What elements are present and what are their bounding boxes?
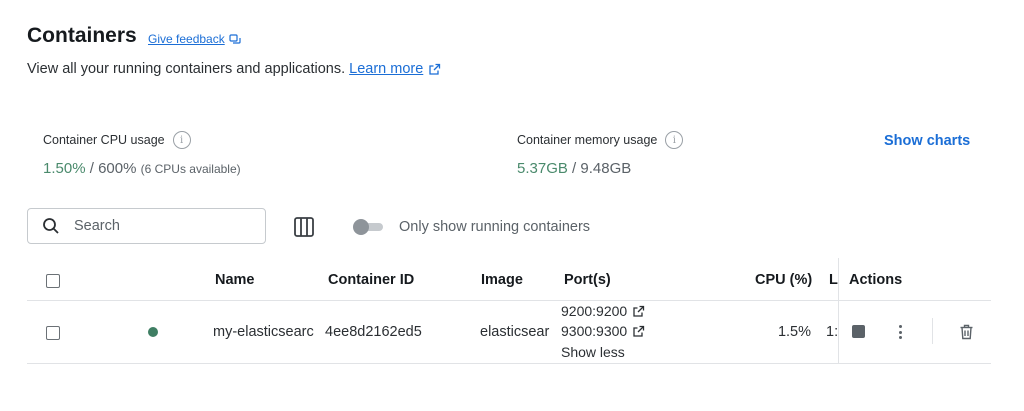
- cpu-percent: 1.5%: [777, 324, 811, 340]
- stop-icon[interactable]: [852, 325, 865, 338]
- external-link-icon: [429, 63, 441, 75]
- external-link-icon: [633, 325, 645, 337]
- memory-separator: /: [567, 160, 581, 177]
- memory-usage-label-row: Container memory usage i: [517, 131, 684, 149]
- toggle-knob: [353, 219, 369, 235]
- port-mapping: 9200:9200: [561, 303, 628, 319]
- search-input[interactable]: [72, 217, 246, 235]
- header-divider: [27, 300, 991, 301]
- actions-divider: [932, 318, 933, 344]
- give-feedback-link[interactable]: Give feedback: [148, 32, 241, 46]
- port-link[interactable]: 9200:9200: [561, 303, 645, 319]
- memory-usage-label: Container memory usage: [517, 133, 658, 147]
- more-actions-icon[interactable]: [893, 323, 907, 341]
- memory-used: 5.37GB: [517, 160, 568, 177]
- cpu-usage-value: 1.50% / 600% (6 CPUs available): [43, 160, 241, 177]
- search-box[interactable]: [27, 208, 266, 244]
- container-image-link[interactable]: elasticsear: [480, 324, 556, 340]
- info-icon[interactable]: i: [172, 131, 191, 149]
- memory-usage-value: 5.37GB / 9.48GB: [517, 160, 631, 177]
- column-header-last-started[interactable]: L: [829, 272, 838, 288]
- cpu-total: 600%: [98, 160, 137, 177]
- subtitle-text: View all your running containers and app…: [27, 61, 346, 77]
- cpu-used: 1.50%: [43, 160, 86, 177]
- cpu-usage-label: Container CPU usage: [43, 133, 165, 147]
- cpu-separator: /: [85, 160, 99, 177]
- column-header-image[interactable]: Image: [481, 272, 523, 288]
- container-id: 4ee8d2162ed5: [325, 324, 422, 340]
- column-header-name[interactable]: Name: [215, 272, 255, 288]
- search-icon: [43, 218, 59, 234]
- external-link-icon: [633, 305, 645, 317]
- column-header-cpu[interactable]: CPU (%): [755, 272, 812, 288]
- actions-column-divider: [838, 258, 839, 364]
- last-started: 1:: [826, 324, 837, 340]
- column-header-ports[interactable]: Port(s): [564, 272, 611, 288]
- columns-icon: [294, 217, 314, 237]
- column-header-actions: Actions: [849, 272, 903, 288]
- only-running-label: Only show running containers: [399, 219, 591, 235]
- page-subtitle: View all your running containers and app…: [27, 61, 441, 77]
- only-running-toggle[interactable]: [353, 219, 383, 235]
- cpu-note: (6 CPUs available): [140, 162, 241, 176]
- select-all-checkbox[interactable]: [46, 274, 60, 288]
- show-less-ports-button[interactable]: Show less: [561, 344, 625, 360]
- running-status-dot: [148, 327, 158, 337]
- delete-icon[interactable]: [959, 324, 974, 340]
- row-divider: [27, 363, 991, 364]
- port-mapping: 9300:9300: [561, 323, 628, 339]
- container-name-link[interactable]: my-elasticsearc: [213, 324, 319, 340]
- give-feedback-label: Give feedback: [148, 32, 225, 46]
- port-link[interactable]: 9300:9300: [561, 323, 645, 339]
- row-checkbox[interactable]: [46, 326, 60, 340]
- show-charts-button[interactable]: Show charts: [884, 133, 970, 149]
- columns-toggle-button[interactable]: [293, 216, 315, 238]
- column-header-container-id[interactable]: Container ID: [328, 272, 414, 288]
- learn-more-link[interactable]: Learn more: [349, 61, 423, 77]
- cpu-usage-label-row: Container CPU usage i: [43, 131, 191, 149]
- page-title: Containers: [27, 24, 137, 47]
- memory-total: 9.48GB: [580, 160, 632, 177]
- info-icon[interactable]: i: [665, 131, 684, 149]
- feedback-icon: [229, 34, 241, 44]
